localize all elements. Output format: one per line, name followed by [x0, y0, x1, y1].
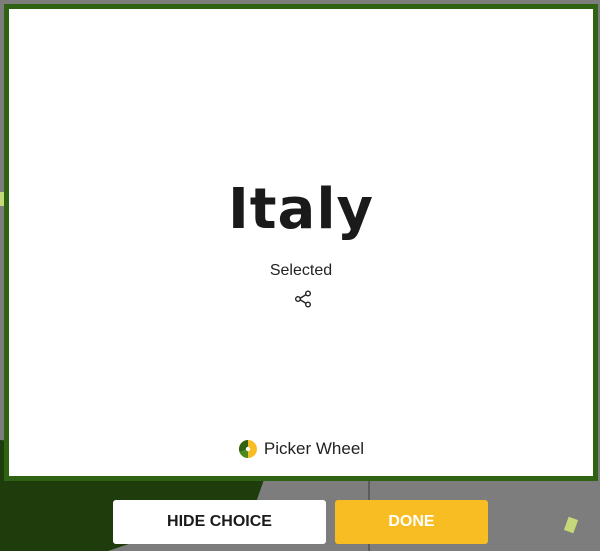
result-subtitle: Selected: [269, 262, 333, 279]
picker-wheel-logo-icon: [238, 440, 257, 458]
share-icon: [295, 290, 311, 308]
confetti-piece: [563, 516, 579, 534]
brand-footer: Picker Wheel: [9, 439, 593, 459]
share-button[interactable]: [292, 288, 314, 310]
brand-name: Picker Wheel: [263, 439, 365, 458]
result-dialog: Italy Selected Picker Wheel: [4, 4, 598, 481]
hide-choice-button[interactable]: HIDE CHOICE: [113, 500, 326, 544]
result-title: Italy: [227, 177, 375, 242]
done-button[interactable]: DONE: [335, 500, 488, 544]
